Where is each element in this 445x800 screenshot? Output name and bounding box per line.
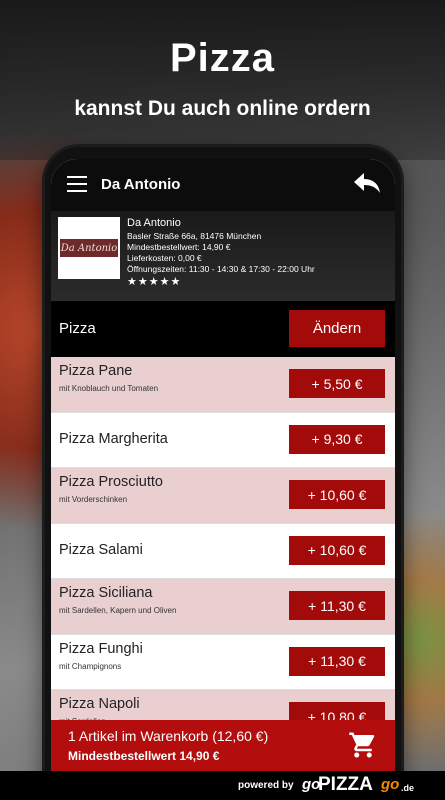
restaurant-name: Da Antonio	[127, 217, 181, 229]
restaurant-details: Da Antonio Basler Straße 66a, 81476 Münc…	[127, 217, 315, 288]
brand-pizza: PIZZA	[318, 774, 373, 795]
brand-tld: .de	[401, 783, 415, 793]
menu-item[interactable]: Pizza Siciliana mit Sardellen, Kapern un…	[51, 579, 395, 635]
restaurant-info: Da Antonio Da Antonio Basler Straße 66a,…	[51, 211, 395, 301]
item-name: Pizza Napoli	[59, 696, 140, 712]
item-description: mit Sardellen, Kapern und Oliven	[59, 606, 177, 615]
powered-by-text: powered by	[238, 780, 294, 791]
menu-list: Pizza Pane mit Knoblauch und Tomaten + 5…	[51, 357, 395, 746]
item-name: Pizza Pane	[59, 363, 133, 379]
menu-item[interactable]: Pizza Pane mit Knoblauch und Tomaten + 5…	[51, 357, 395, 413]
restaurant-hours: Öffnungszeiten: 11:30 - 14:30 & 17:30 - …	[127, 264, 315, 274]
restaurant-delivery-cost: Lieferkosten: 0,00 €	[127, 253, 202, 263]
back-arrow-icon[interactable]	[353, 171, 381, 195]
restaurant-logo: Da Antonio	[58, 217, 120, 279]
cart-min-order: Mindestbestellwert 14,90 €	[68, 749, 220, 763]
menu-item[interactable]: Pizza Funghi mit Champignons + 11,30 €	[51, 634, 395, 690]
item-name: Pizza Funghi	[59, 640, 143, 657]
hero-subtitle: kannst Du auch online ordern	[74, 97, 371, 120]
category-label: Pizza	[59, 320, 96, 337]
hamburger-menu-icon[interactable]	[67, 176, 87, 192]
item-name: Pizza Siciliana	[59, 585, 153, 601]
shopping-cart-icon[interactable]	[348, 730, 378, 760]
hero-title: Pizza	[169, 36, 276, 80]
change-category-button[interactable]: Ändern	[289, 310, 385, 347]
item-description: mit Knoblauch und Tomaten	[59, 384, 159, 393]
add-to-cart-button[interactable]: + 5,50 €	[289, 369, 385, 398]
item-description: mit Vorderschinken	[59, 495, 128, 504]
item-name: Pizza Prosciutto	[59, 474, 163, 490]
category-bar: Pizza Ändern	[51, 301, 395, 357]
item-name: Pizza Margherita	[59, 430, 168, 447]
app-bar: Da Antonio	[51, 159, 395, 211]
app-screen: Da Antonio Da Antonio Da Antonio Basler …	[51, 159, 395, 800]
logo-text: Da Antonio	[60, 239, 118, 257]
item-name: Pizza Salami	[59, 541, 143, 558]
add-to-cart-button[interactable]: + 10,60 €	[289, 535, 385, 565]
phone-frame: Da Antonio Da Antonio Da Antonio Basler …	[45, 147, 401, 800]
add-to-cart-button[interactable]: + 9,30 €	[289, 424, 385, 454]
footer-bar: powered by go PIZZA go .de	[0, 771, 445, 800]
menu-item[interactable]: Pizza Prosciutto mit Vorderschinken + 10…	[51, 468, 395, 524]
add-to-cart-button[interactable]: + 10,60 €	[289, 480, 385, 509]
cart-bar[interactable]: 1 Artikel im Warenkorb (12,60 €) Mindest…	[51, 720, 395, 771]
cart-summary: 1 Artikel im Warenkorb (12,60 €)	[68, 728, 269, 744]
add-to-cart-button[interactable]: + 11,30 €	[289, 646, 385, 676]
restaurant-min-order: Mindestbestellwert: 14,90 €	[127, 242, 231, 252]
app-title: Da Antonio	[101, 176, 181, 193]
brand-go-orange: go	[381, 776, 400, 793]
restaurant-address: Basler Straße 66a, 81476 München	[127, 231, 262, 241]
item-description: mit Champignons	[59, 661, 122, 671]
menu-item[interactable]: Pizza Salami + 10,60 €	[51, 523, 395, 579]
add-to-cart-button[interactable]: + 11,30 €	[289, 591, 385, 620]
menu-item[interactable]: Pizza Margherita + 9,30 €	[51, 412, 395, 468]
star-rating: ★★★★★	[127, 276, 182, 288]
